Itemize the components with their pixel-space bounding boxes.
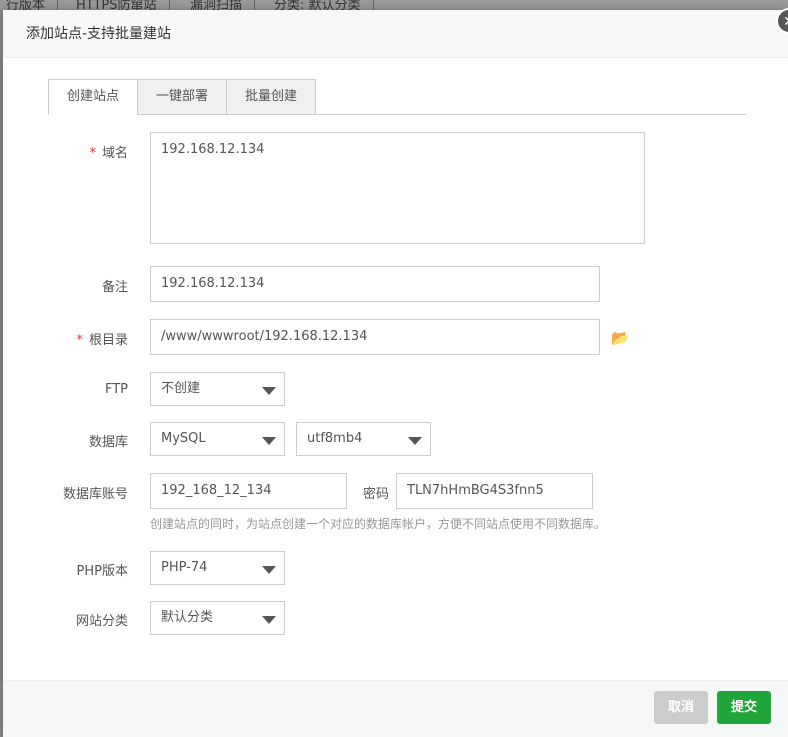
root-dir-input[interactable]: /www/wwwroot/192.168.12.134 — [150, 319, 600, 355]
dialog-footer: 取消 提交 — [3, 680, 788, 737]
bg-item: HTTPS防窜站 — [64, 0, 170, 10]
chevron-down-icon — [262, 437, 276, 445]
category-value: 默认分类 — [161, 610, 214, 625]
db-account-label: 数据库账号 — [62, 487, 128, 502]
database-label: 数据库 — [88, 435, 128, 450]
chevron-down-icon — [262, 616, 276, 624]
ftp-select[interactable]: 不创建 — [150, 372, 285, 406]
charset-select[interactable]: utf8mb4 — [296, 422, 431, 456]
ftp-value: 不创建 — [161, 381, 201, 396]
db-hint: 创建站点的同时，为站点创建一个对应的数据库帐户，方便不同站点使用不同数据库。 — [150, 517, 607, 531]
cancel-button[interactable]: 取消 — [654, 691, 708, 724]
db-account-input[interactable]: 192_168_12_134 — [150, 473, 347, 509]
php-value: PHP-74 — [161, 560, 208, 575]
domain-label: * 域名 — [89, 146, 128, 161]
category-label: 网站分类 — [75, 614, 128, 629]
db-type-value: MySQL — [161, 431, 206, 446]
remark-label: 备注 — [101, 280, 128, 295]
chevron-down-icon — [262, 566, 276, 574]
bg-item: 漏洞扫描 — [178, 0, 256, 10]
database-type-select[interactable]: MySQL — [150, 422, 285, 456]
bg-item: 分类: 默认分类 — [262, 0, 374, 10]
remark-input[interactable]: 192.168.12.134 — [150, 266, 600, 302]
dialog-title: 添加站点-支持批量建站 — [3, 10, 788, 58]
root-label: * 根目录 — [76, 333, 128, 348]
background-toolbar: 行版本 HTTPS防窜站 漏洞扫描 分类: 默认分类 — [0, 0, 788, 10]
chevron-down-icon — [408, 437, 422, 445]
ftp-label: FTP — [104, 382, 128, 397]
tab-create-site[interactable]: 创建站点 — [48, 79, 138, 115]
tab-one-click-deploy[interactable]: 一键部署 — [137, 79, 227, 115]
category-select[interactable]: 默认分类 — [150, 601, 285, 635]
password-label: 密码 — [363, 487, 390, 502]
bg-item: 行版本 — [0, 0, 59, 10]
folder-open-icon[interactable]: 📂 — [611, 329, 630, 347]
php-version-select[interactable]: PHP-74 — [150, 551, 285, 585]
tab-batch-create[interactable]: 批量创建 — [226, 79, 316, 115]
password-input[interactable]: TLN7hHmBG4S3fnn5 — [396, 473, 593, 509]
chevron-down-icon — [262, 387, 276, 395]
charset-value: utf8mb4 — [307, 431, 363, 446]
php-label: PHP版本 — [76, 564, 128, 579]
domain-textarea[interactable]: 192.168.12.134 — [150, 132, 645, 244]
add-site-dialog: 添加站点-支持批量建站 ✕ 创建站点 一键部署 批量创建 *域名 192.168… — [3, 8, 788, 737]
submit-button[interactable]: 提交 — [717, 691, 771, 724]
tab-bar: 创建站点 一键部署 批量创建 — [48, 79, 746, 115]
